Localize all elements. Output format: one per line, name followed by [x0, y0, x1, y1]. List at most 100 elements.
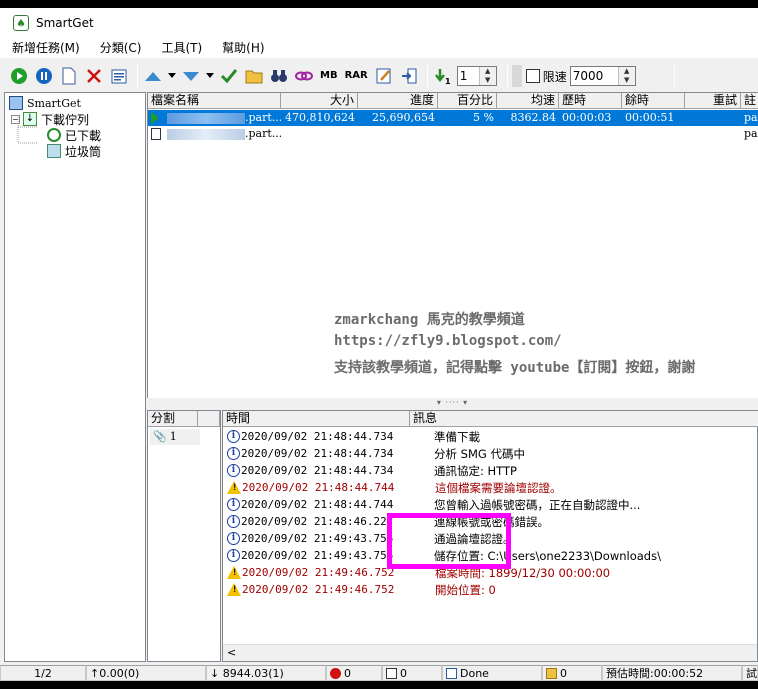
- status-state: Done: [442, 665, 542, 681]
- toolbar: MB RAR 1 1 ▲ ▼ 限速 7000 ▲ ▼: [0, 60, 758, 92]
- col-segment[interactable]: 分割: [148, 411, 198, 427]
- check-icon: [220, 69, 238, 84]
- speed-limit-spin-buttons[interactable]: ▲ ▼: [617, 67, 635, 85]
- col-retry[interactable]: 重試: [685, 93, 741, 109]
- col-size[interactable]: 大小: [281, 93, 358, 109]
- pause-button[interactable]: [33, 65, 55, 87]
- col-remaining[interactable]: 餘時: [622, 93, 685, 109]
- watermark-line: https://zfly9.blogspot.com/: [334, 333, 562, 349]
- status-eta: 預估時間:00:00:52: [602, 665, 742, 681]
- download-list-header: 檔案名稱 大小 進度 百分比 均速 歷時 餘時 重試 註: [148, 93, 758, 109]
- speed-limit-value[interactable]: 7000: [571, 67, 618, 85]
- log-row[interactable]: i 2020/09/02 21:48:44.734 分析 SMG 代碼中: [223, 445, 758, 462]
- spin-down-icon[interactable]: ▼: [619, 76, 635, 85]
- menu-tools[interactable]: 工具(T): [149, 38, 210, 58]
- log-row[interactable]: i 2020/09/02 21:48:44.744 您曾輸入過帳號密碼，正在自動認證…: [223, 496, 758, 513]
- blurred-filename: [167, 128, 245, 140]
- col-speed[interactable]: 均速: [497, 93, 559, 109]
- spin-up-icon[interactable]: ▲: [480, 67, 496, 76]
- download-row[interactable]: .part... 470,810,624 25,690,654 5 % 8362…: [148, 110, 758, 126]
- move-down-button[interactable]: [180, 65, 202, 87]
- threads-stepper[interactable]: 1 ▲ ▼: [456, 66, 497, 86]
- download-row[interactable]: .part... pas: [148, 126, 758, 142]
- spin-up-icon[interactable]: ▲: [619, 67, 635, 76]
- col-filename[interactable]: 檔案名稱: [148, 93, 281, 109]
- file-percent: [438, 126, 497, 142]
- col-percent[interactable]: 百分比: [438, 93, 497, 109]
- import-button[interactable]: [398, 65, 420, 87]
- file-name: .part...: [148, 110, 281, 126]
- segment-row[interactable]: 📎 1: [148, 429, 220, 445]
- move-down-dropdown[interactable]: [205, 65, 215, 87]
- log-row[interactable]: i 2020/09/02 21:48:44.734 準備下載: [223, 428, 758, 445]
- properties-button[interactable]: [108, 65, 130, 87]
- folder-icon: [245, 70, 263, 84]
- status-last: 試: [742, 665, 758, 681]
- menu-category[interactable]: 分類(C): [88, 38, 150, 58]
- file-size: [281, 126, 358, 142]
- status-state-text: Done: [460, 666, 489, 680]
- queue-icon: [386, 667, 397, 679]
- tree-item-trash[interactable]: 垃圾筒: [47, 143, 101, 159]
- segment-cell: 📎 1: [150, 429, 200, 445]
- tree-item-smartget[interactable]: SmartGet: [9, 95, 81, 111]
- log-row[interactable]: ! 2020/09/02 21:49:46.752 開始位置: 0: [223, 581, 758, 598]
- menu-new-task[interactable]: 新增任務(M): [0, 38, 88, 58]
- start-icon: [11, 68, 27, 84]
- mb-button[interactable]: MB: [318, 65, 340, 87]
- col-elapsed[interactable]: 歷時: [559, 93, 622, 109]
- tree-label: 垃圾筒: [65, 144, 102, 159]
- rar-button[interactable]: RAR: [343, 65, 370, 87]
- queued-file-icon: [151, 128, 161, 140]
- file-elapsed: [559, 126, 622, 142]
- edit-button[interactable]: [373, 65, 395, 87]
- tree-item-downloaded[interactable]: 已下載: [47, 127, 101, 143]
- folder-icon: [546, 667, 557, 679]
- check-button[interactable]: [218, 65, 240, 87]
- toolbar-separator: [506, 65, 508, 87]
- move-up-dropdown[interactable]: [167, 65, 177, 87]
- horizontal-scrollbar[interactable]: <: [223, 644, 757, 661]
- file-note: pas: [744, 111, 758, 124]
- log-row[interactable]: i 2020/09/02 21:48:44.734 通訊協定: HTTP: [223, 462, 758, 479]
- speed-limit-checkbox[interactable]: [525, 69, 540, 83]
- link-icon: [295, 71, 313, 81]
- speed-limit-label: 限速: [542, 69, 567, 84]
- pause-icon: [36, 68, 52, 84]
- file-speed: [497, 126, 559, 142]
- col-time[interactable]: 時間: [223, 411, 410, 427]
- log-row[interactable]: ! 2020/09/02 21:48:44.744 這個檔案需要論壇認證。: [223, 479, 758, 496]
- col-note[interactable]: 註: [741, 93, 758, 109]
- col-segment-extra[interactable]: [198, 411, 220, 427]
- new-file-icon: [62, 67, 76, 85]
- find-button[interactable]: [268, 65, 290, 87]
- threads-value[interactable]: 1: [458, 67, 479, 85]
- open-folder-button[interactable]: [243, 65, 265, 87]
- log-time: 2020/09/02 21:48:44.744: [241, 498, 394, 511]
- document-icon: [446, 667, 457, 679]
- delete-button[interactable]: [83, 65, 105, 87]
- start-button[interactable]: [8, 65, 30, 87]
- speed-limit-stepper[interactable]: 7000 ▲ ▼: [569, 66, 636, 86]
- info-icon: i: [227, 515, 240, 528]
- panel-splitter[interactable]: ▾ ···· ▾: [147, 398, 758, 410]
- segments-panel: 分割 📎 1: [147, 410, 221, 662]
- segment-number: 1: [169, 430, 177, 443]
- link-button[interactable]: [293, 65, 315, 87]
- edit-icon: [376, 68, 391, 84]
- menu-help[interactable]: 幫助(H): [210, 38, 272, 58]
- new-file-button[interactable]: [58, 65, 80, 87]
- threads-spin-buttons[interactable]: ▲ ▼: [478, 67, 496, 85]
- scroll-left-icon[interactable]: <: [227, 646, 236, 659]
- file-name: .part...: [148, 126, 281, 142]
- col-message[interactable]: 訊息: [410, 411, 758, 427]
- spin-down-icon[interactable]: ▼: [480, 76, 496, 85]
- download-list: 檔案名稱 大小 進度 百分比 均速 歷時 餘時 重試 註 .part... 47…: [147, 92, 758, 398]
- file-progress: [358, 126, 438, 142]
- log-message: 通訊協定: HTTP: [434, 463, 517, 478]
- move-up-button[interactable]: [142, 65, 164, 87]
- file-remaining: 00:00:51: [625, 111, 675, 124]
- status-queued-count: 0: [400, 666, 407, 680]
- col-progress[interactable]: 進度: [358, 93, 438, 109]
- window-title: SmartGet: [36, 16, 94, 30]
